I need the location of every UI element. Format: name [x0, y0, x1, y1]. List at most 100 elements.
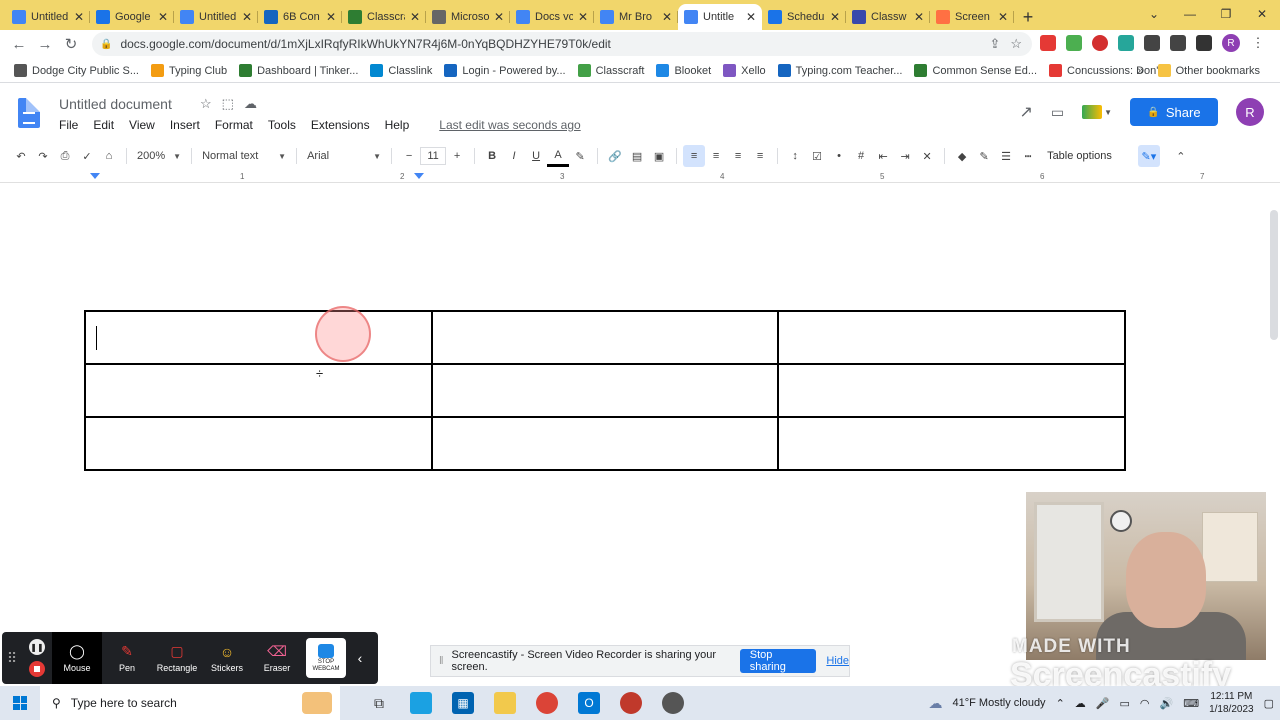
browser-tab[interactable]: 6B Con ✕ — [258, 4, 342, 30]
table-cell[interactable] — [84, 310, 433, 365]
bookmark-item[interactable]: Blooket — [656, 64, 711, 77]
highlight-icon[interactable]: ✎ — [569, 145, 591, 167]
close-tab-icon[interactable]: ✕ — [578, 10, 588, 24]
close-tab-icon[interactable]: ✕ — [158, 10, 168, 24]
rectangle-tool-button[interactable]: ▢ Rectangle — [152, 632, 202, 684]
activity-trend-icon[interactable]: ↗ — [1019, 102, 1032, 122]
bookmark-item[interactable]: Dodge City Public S... — [14, 64, 139, 77]
editing-mode-icon[interactable]: ✎▾ — [1137, 145, 1160, 167]
extension-icon[interactable] — [1118, 35, 1134, 51]
table-cell[interactable] — [777, 363, 1126, 418]
extension-icon[interactable] — [1092, 35, 1108, 51]
extension-icon[interactable] — [1066, 35, 1082, 51]
taskbar-clock[interactable]: 12:11 PM 1/18/2023 — [1209, 690, 1254, 716]
font-size-input[interactable]: 11 — [420, 147, 447, 165]
close-tab-icon[interactable]: ✕ — [242, 10, 252, 24]
bold-icon[interactable]: B — [481, 145, 503, 167]
table-cell[interactable] — [777, 416, 1126, 471]
close-tab-icon[interactable]: ✕ — [914, 10, 924, 24]
browser-tab[interactable]: Untitled ✕ — [174, 4, 258, 30]
menu-extensions[interactable]: Extensions — [311, 118, 370, 132]
align-right-icon[interactable]: ≡ — [727, 145, 749, 167]
browser-tab[interactable]: Google ✕ — [90, 4, 174, 30]
italic-icon[interactable]: I — [503, 145, 525, 167]
browser-tab[interactable]: Docs vc ✕ — [510, 4, 594, 30]
more-bookmarks-button[interactable]: » — [1138, 65, 1144, 77]
menu-help[interactable]: Help — [385, 118, 410, 132]
restore-button[interactable]: ❐ — [1208, 0, 1244, 28]
photos-app-icon[interactable] — [410, 692, 432, 714]
clear-formatting-icon[interactable]: ✕ — [916, 145, 938, 167]
tray-chevron-icon[interactable]: ⌃ — [1056, 697, 1065, 710]
reload-button[interactable]: ↻ — [58, 31, 84, 57]
bookmark-item[interactable]: Typing.com Teacher... — [777, 64, 902, 77]
undo-icon[interactable]: ↶ — [10, 145, 32, 167]
bookmark-item[interactable]: Xello — [723, 64, 766, 77]
browser-tab[interactable]: Mr Bro ✕ — [594, 4, 678, 30]
close-tab-icon[interactable]: ✕ — [494, 10, 504, 24]
fill-color-icon[interactable]: ◆ — [951, 145, 973, 167]
table-cell[interactable] — [430, 310, 780, 365]
mouse-tool-button[interactable]: ◯ Mouse — [52, 632, 102, 684]
menu-edit[interactable]: Edit — [93, 118, 114, 132]
mic-icon[interactable]: 🎤 — [1096, 697, 1110, 710]
address-bar[interactable]: 🔒 docs.google.com/document/d/1mXjLxIRqfy… — [92, 32, 1032, 56]
pause-recording-button[interactable]: ❚❚ — [29, 639, 45, 655]
weather-text[interactable]: 41°F Mostly cloudy — [953, 697, 1046, 709]
menu-file[interactable]: File — [59, 118, 78, 132]
keyboard-icon[interactable]: ⌨ — [1183, 697, 1199, 710]
menu-insert[interactable]: Insert — [170, 118, 200, 132]
checklist-icon[interactable]: ☑ — [806, 145, 828, 167]
browser-tab[interactable]: Untitle ✕ — [678, 4, 762, 30]
share-page-icon[interactable]: ⇪ — [989, 36, 1000, 52]
border-dash-icon[interactable]: ┅ — [1017, 145, 1039, 167]
outlook-icon[interactable]: O — [578, 692, 600, 714]
close-tab-icon[interactable]: ✕ — [662, 10, 672, 24]
close-tab-icon[interactable]: ✕ — [746, 10, 756, 24]
app-icon[interactable] — [662, 692, 684, 714]
decrease-font-size-icon[interactable]: − — [398, 145, 420, 167]
docs-logo-icon[interactable] — [18, 98, 40, 128]
chrome-icon[interactable] — [536, 692, 558, 714]
print-icon[interactable]: ⎙ — [54, 145, 76, 167]
align-center-icon[interactable]: ≡ — [705, 145, 727, 167]
back-button[interactable]: ← — [6, 31, 32, 57]
webcam-overlay[interactable] — [1026, 492, 1266, 660]
close-tab-icon[interactable]: ✕ — [74, 10, 84, 24]
bookmark-item[interactable]: Classcraft — [577, 64, 644, 77]
grip-icon[interactable]: ‖ — [439, 655, 444, 667]
bookmark-item[interactable]: Common Sense Ed... — [914, 64, 1037, 77]
close-tab-icon[interactable]: ✕ — [830, 10, 840, 24]
stop-recording-button[interactable] — [29, 661, 45, 677]
tab-search-icon[interactable]: ⌄ — [1136, 0, 1172, 28]
stop-sharing-button[interactable]: Stop sharing — [739, 649, 817, 673]
taskbar-search[interactable]: ⚲ Type here to search — [40, 686, 340, 720]
browser-tab[interactable]: Classcra ✕ — [342, 4, 426, 30]
meet-button[interactable]: ▼ — [1082, 105, 1112, 119]
font-select[interactable]: Arial ▼ — [303, 150, 385, 162]
browser-tab[interactable]: Schedu ✕ — [762, 4, 846, 30]
table-cell[interactable] — [84, 363, 433, 418]
line-spacing-icon[interactable]: ↕ — [784, 145, 806, 167]
table-cell[interactable] — [430, 416, 780, 471]
redo-icon[interactable]: ↷ — [32, 145, 54, 167]
close-tab-icon[interactable]: ✕ — [410, 10, 420, 24]
menu-tools[interactable]: Tools — [268, 118, 296, 132]
eraser-tool-button[interactable]: ⌫ Eraser — [252, 632, 302, 684]
increase-indent-icon[interactable]: ⇥ — [894, 145, 916, 167]
task-view-icon[interactable]: ⧉ — [368, 692, 390, 714]
wifi-icon[interactable]: ◠ — [1140, 697, 1150, 710]
column-marker[interactable] — [414, 173, 424, 179]
bookmark-item[interactable]: Classlink — [370, 64, 432, 77]
table-cell[interactable] — [84, 416, 433, 471]
bookmark-star-icon[interactable]: ☆ — [1010, 36, 1022, 52]
stop-webcam-button[interactable]: STOP WEBCAM — [306, 638, 346, 678]
vertical-scrollbar[interactable] — [1270, 210, 1278, 340]
onedrive-icon[interactable]: ☁ — [1075, 697, 1086, 710]
browser-tab[interactable]: Microso ✕ — [426, 4, 510, 30]
zoom-select[interactable]: 200% ▼ — [133, 150, 185, 162]
volume-icon[interactable]: 🔊 — [1160, 697, 1174, 710]
close-window-button[interactable]: ✕ — [1244, 0, 1280, 28]
star-icon[interactable]: ☆ — [200, 96, 212, 112]
minimize-button[interactable]: — — [1172, 0, 1208, 28]
